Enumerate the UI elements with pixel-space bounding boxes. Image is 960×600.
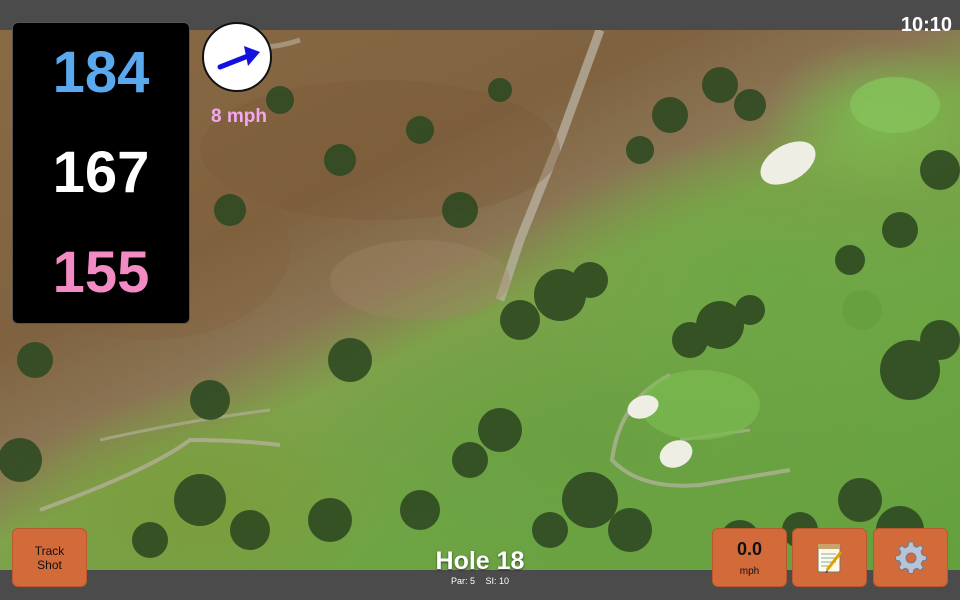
hole-par: Par: 5 <box>450 576 475 586</box>
gear-icon <box>894 541 927 574</box>
wind-speed-button[interactable]: 0.0 mph <box>712 528 787 587</box>
arrow-icon <box>217 46 260 70</box>
notes-button[interactable] <box>792 528 867 587</box>
back-yardage: 184 <box>52 40 150 105</box>
front-yardage: 155 <box>52 240 150 305</box>
hole-stroke-index: SI: 10 <box>485 576 510 586</box>
track-shot-button[interactable]: Track Shot <box>12 528 87 587</box>
notepad-icon <box>817 543 842 573</box>
hole-info: Par: 5 SI: 10 <box>380 577 580 586</box>
settings-button[interactable] <box>873 528 948 587</box>
wind-speed-unit: mph <box>739 565 760 577</box>
wind-direction-dial <box>202 22 272 92</box>
clock: 10:10 <box>900 14 952 36</box>
middle-yardage: 167 <box>52 140 150 205</box>
wind-speed-label: 8 mph <box>211 106 267 127</box>
yardage-panel: 184 167 155 <box>12 22 190 324</box>
track-shot-label-line1: Track <box>34 543 65 558</box>
track-shot-label-line2: Shot <box>37 557 62 572</box>
wind-speed-value: 0.0 <box>736 538 763 559</box>
hole-title: Hole 18 <box>435 547 525 575</box>
